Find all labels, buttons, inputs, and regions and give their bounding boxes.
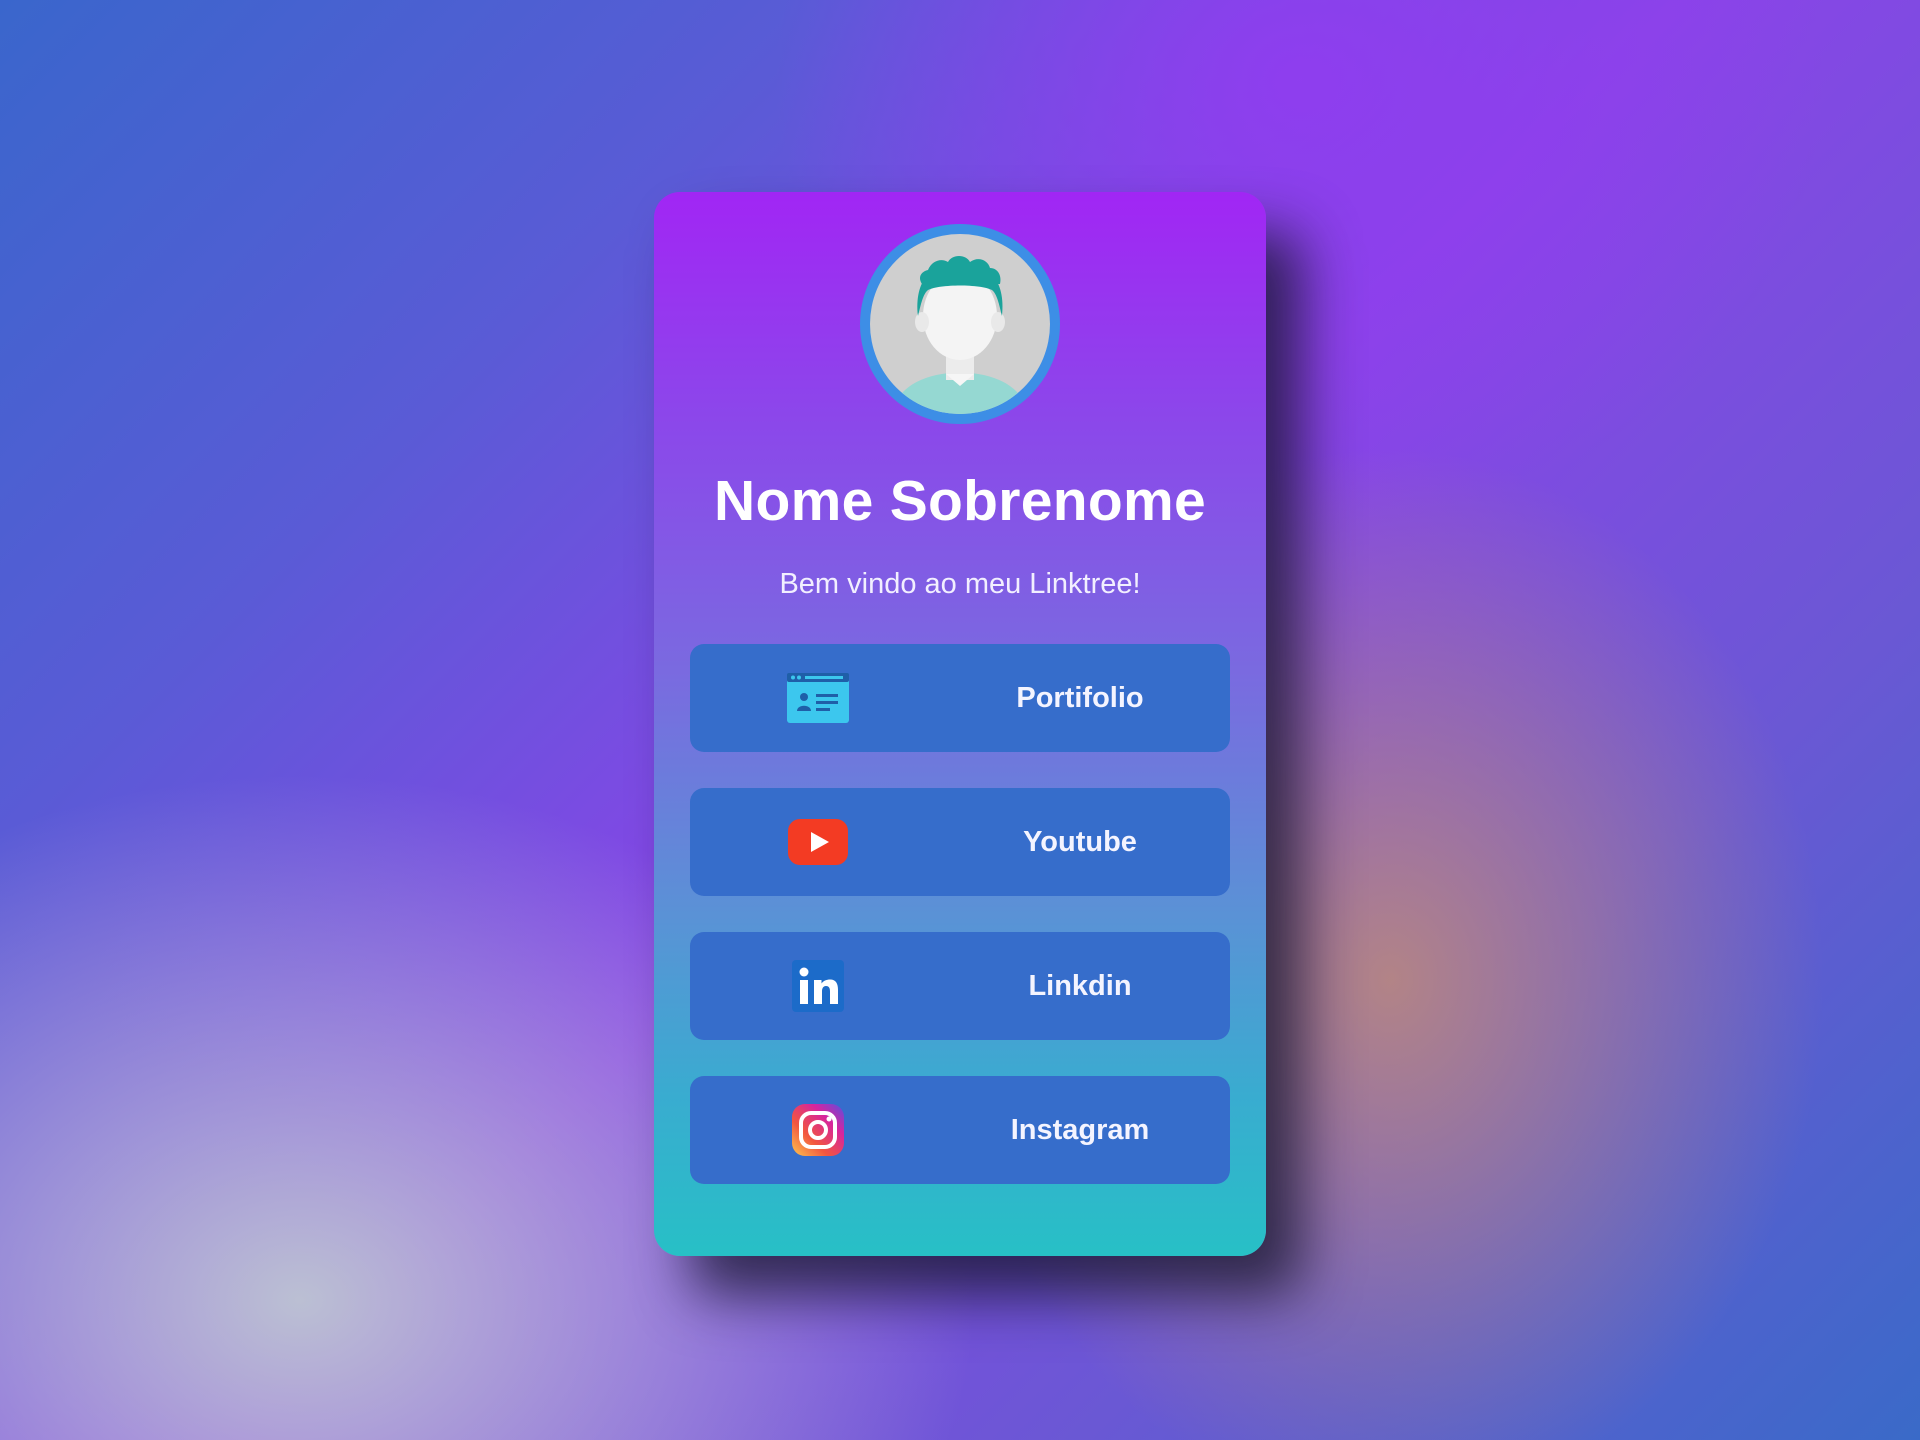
youtube-link-label: Youtube [1023,826,1137,858]
portfolio-link-label: Portifolio [1016,682,1144,714]
youtube-link-button[interactable]: Youtube [690,788,1230,896]
instagram-link-label: Instagram [1010,1114,1150,1146]
instagram-icon [786,1102,850,1158]
avatar [860,224,1060,424]
linkedin-link-button[interactable]: Linkdin [690,932,1230,1040]
portfolio-icon [786,670,850,726]
youtube-icon [786,814,850,870]
linkedin-icon [786,958,850,1014]
profile-name: Nome Sobrenome [714,469,1206,533]
profile-card: Nome Sobrenome Bem vindo ao meu Linktree… [654,192,1266,1256]
linkedin-link-label: Linkdin [1028,970,1132,1002]
user-avatar-icon [870,234,1050,414]
portfolio-link-button[interactable]: Portifolio [690,644,1230,752]
profile-subtitle: Bem vindo ao meu Linktree! [779,568,1141,600]
instagram-link-button[interactable]: Instagram [690,1076,1230,1184]
